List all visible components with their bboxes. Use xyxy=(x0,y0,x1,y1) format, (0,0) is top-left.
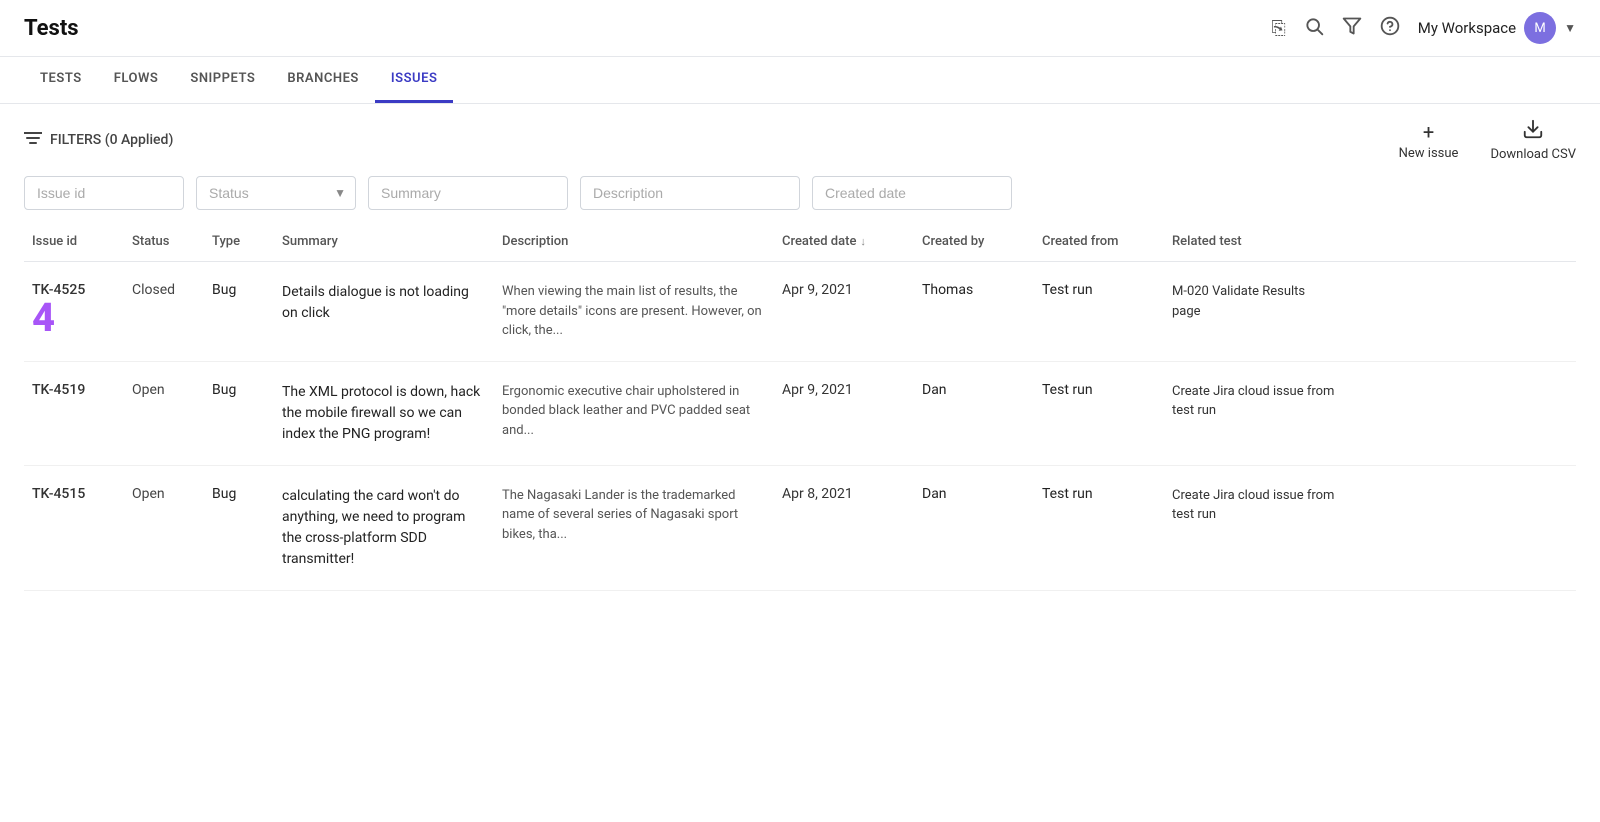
new-issue-label: New issue xyxy=(1399,146,1459,161)
cell-created-date: Apr 9, 2021 xyxy=(774,278,914,302)
download-csv-label: Download CSV xyxy=(1490,147,1576,162)
tab-tests[interactable]: TESTS xyxy=(24,57,98,103)
download-icon xyxy=(1522,118,1544,145)
col-issue-id: Issue id xyxy=(24,230,124,253)
cell-status: Open xyxy=(124,482,204,506)
help-icon[interactable] xyxy=(1380,16,1400,41)
sort-icon: ↓ xyxy=(860,235,866,248)
cell-type: Bug xyxy=(204,482,274,506)
cell-issue-id: TK-4519 xyxy=(24,378,124,402)
cell-related-test: Create Jira cloud issue from test run xyxy=(1164,378,1344,425)
cell-status: Open xyxy=(124,378,204,402)
toolbar-actions: + New issue Download CSV xyxy=(1399,118,1576,162)
table-header: Issue id Status Type Summary Description… xyxy=(24,222,1576,262)
workspace-chevron-icon: ▼ xyxy=(1564,21,1576,35)
table-row: TK-4515 Open Bug calculating the card wo… xyxy=(24,466,1576,591)
cell-type: Bug xyxy=(204,278,274,302)
cell-created-by: Thomas xyxy=(914,278,1034,302)
header-right: ⎘ My Workspace M ▼ xyxy=(1271,12,1576,44)
table-row: TK-4525 4 Closed Bug Details dialogue is… xyxy=(24,262,1576,362)
cell-related-test: M-020 Validate Results page xyxy=(1164,278,1344,325)
cell-description: When viewing the main list of results, t… xyxy=(494,278,774,345)
col-status: Status xyxy=(124,230,204,253)
workspace-label: My Workspace xyxy=(1418,19,1516,37)
col-description: Description xyxy=(494,230,774,253)
table-row: TK-4519 Open Bug The XML protocol is dow… xyxy=(24,362,1576,466)
monitor-icon[interactable]: ⎘ xyxy=(1271,18,1285,39)
col-type: Type xyxy=(204,230,274,253)
cell-summary: calculating the card won't do anything, … xyxy=(274,482,494,574)
cell-summary: The XML protocol is down, hack the mobil… xyxy=(274,378,494,449)
avatar: M xyxy=(1524,12,1556,44)
header: Tests ⎘ My Workspace M ▼ xyxy=(0,0,1600,57)
issues-table: Issue id Status Type Summary Description… xyxy=(0,222,1600,591)
tab-flows[interactable]: FLOWS xyxy=(98,57,175,103)
col-related-test: Related test xyxy=(1164,230,1344,253)
cell-created-from: Test run xyxy=(1034,278,1164,302)
cell-description: The Nagasaki Lander is the trademarked n… xyxy=(494,482,774,549)
col-created-date[interactable]: Created date ↓ xyxy=(774,230,914,253)
cell-related-test: Create Jira cloud issue from test run xyxy=(1164,482,1344,529)
tab-snippets[interactable]: SNIPPETS xyxy=(174,57,271,103)
cell-created-date: Apr 8, 2021 xyxy=(774,482,914,506)
page-title: Tests xyxy=(24,16,79,41)
cell-created-by: Dan xyxy=(914,482,1034,506)
cell-created-from: Test run xyxy=(1034,482,1164,506)
workspace-menu[interactable]: My Workspace M ▼ xyxy=(1418,12,1576,44)
cell-description: Ergonomic executive chair upholstered in… xyxy=(494,378,774,445)
cell-created-date: Apr 9, 2021 xyxy=(774,378,914,402)
toolbar: FILTERS (0 Applied) + New issue Download… xyxy=(0,104,1600,176)
filter-row: Status Open Closed ▼ xyxy=(0,176,1600,222)
cell-created-by: Dan xyxy=(914,378,1034,402)
cell-summary: Details dialogue is not loading on click xyxy=(274,278,494,328)
col-created-by: Created by xyxy=(914,230,1034,253)
filters-button[interactable]: FILTERS (0 Applied) xyxy=(24,131,173,149)
tab-issues[interactable]: ISSUES xyxy=(375,57,454,103)
col-summary: Summary xyxy=(274,230,494,253)
cell-issue-id: TK-4525 4 xyxy=(24,278,124,342)
filter-icon[interactable] xyxy=(1342,16,1362,41)
tab-branches[interactable]: BRANCHES xyxy=(271,57,375,103)
status-select[interactable]: Status Open Closed xyxy=(196,176,356,210)
summary-input[interactable] xyxy=(368,176,568,210)
search-icon[interactable] xyxy=(1304,16,1324,41)
filters-label: FILTERS (0 Applied) xyxy=(50,132,173,148)
issue-id-input[interactable] xyxy=(24,176,184,210)
cell-status: Closed xyxy=(124,278,204,302)
download-csv-button[interactable]: Download CSV xyxy=(1490,118,1576,162)
filter-lines-icon xyxy=(24,131,42,149)
cell-type: Bug xyxy=(204,378,274,402)
cell-issue-id: TK-4515 xyxy=(24,482,124,506)
nav-tabs: TESTS FLOWS SNIPPETS BRANCHES ISSUES xyxy=(0,57,1600,104)
plus-icon: + xyxy=(1423,120,1434,144)
description-input[interactable] xyxy=(580,176,800,210)
status-filter-wrap: Status Open Closed ▼ xyxy=(196,176,356,210)
created-date-input[interactable] xyxy=(812,176,1012,210)
col-created-from: Created from xyxy=(1034,230,1164,253)
cell-created-from: Test run xyxy=(1034,378,1164,402)
new-issue-button[interactable]: + New issue xyxy=(1399,120,1459,161)
